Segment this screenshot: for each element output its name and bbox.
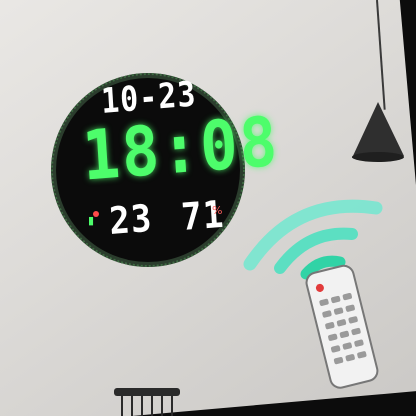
remote-control-icon	[305, 264, 379, 389]
humidity-icon: %	[212, 204, 223, 217]
chair-icon	[114, 388, 180, 416]
temperature-icon: ▮	[88, 214, 95, 227]
pendant-lamp-icon	[352, 102, 404, 162]
product-photo: 10-23 18:08 23 71 ▮ %	[0, 0, 416, 416]
clock-temperature: 23	[108, 196, 154, 244]
clock-time: 18:08	[80, 100, 282, 197]
